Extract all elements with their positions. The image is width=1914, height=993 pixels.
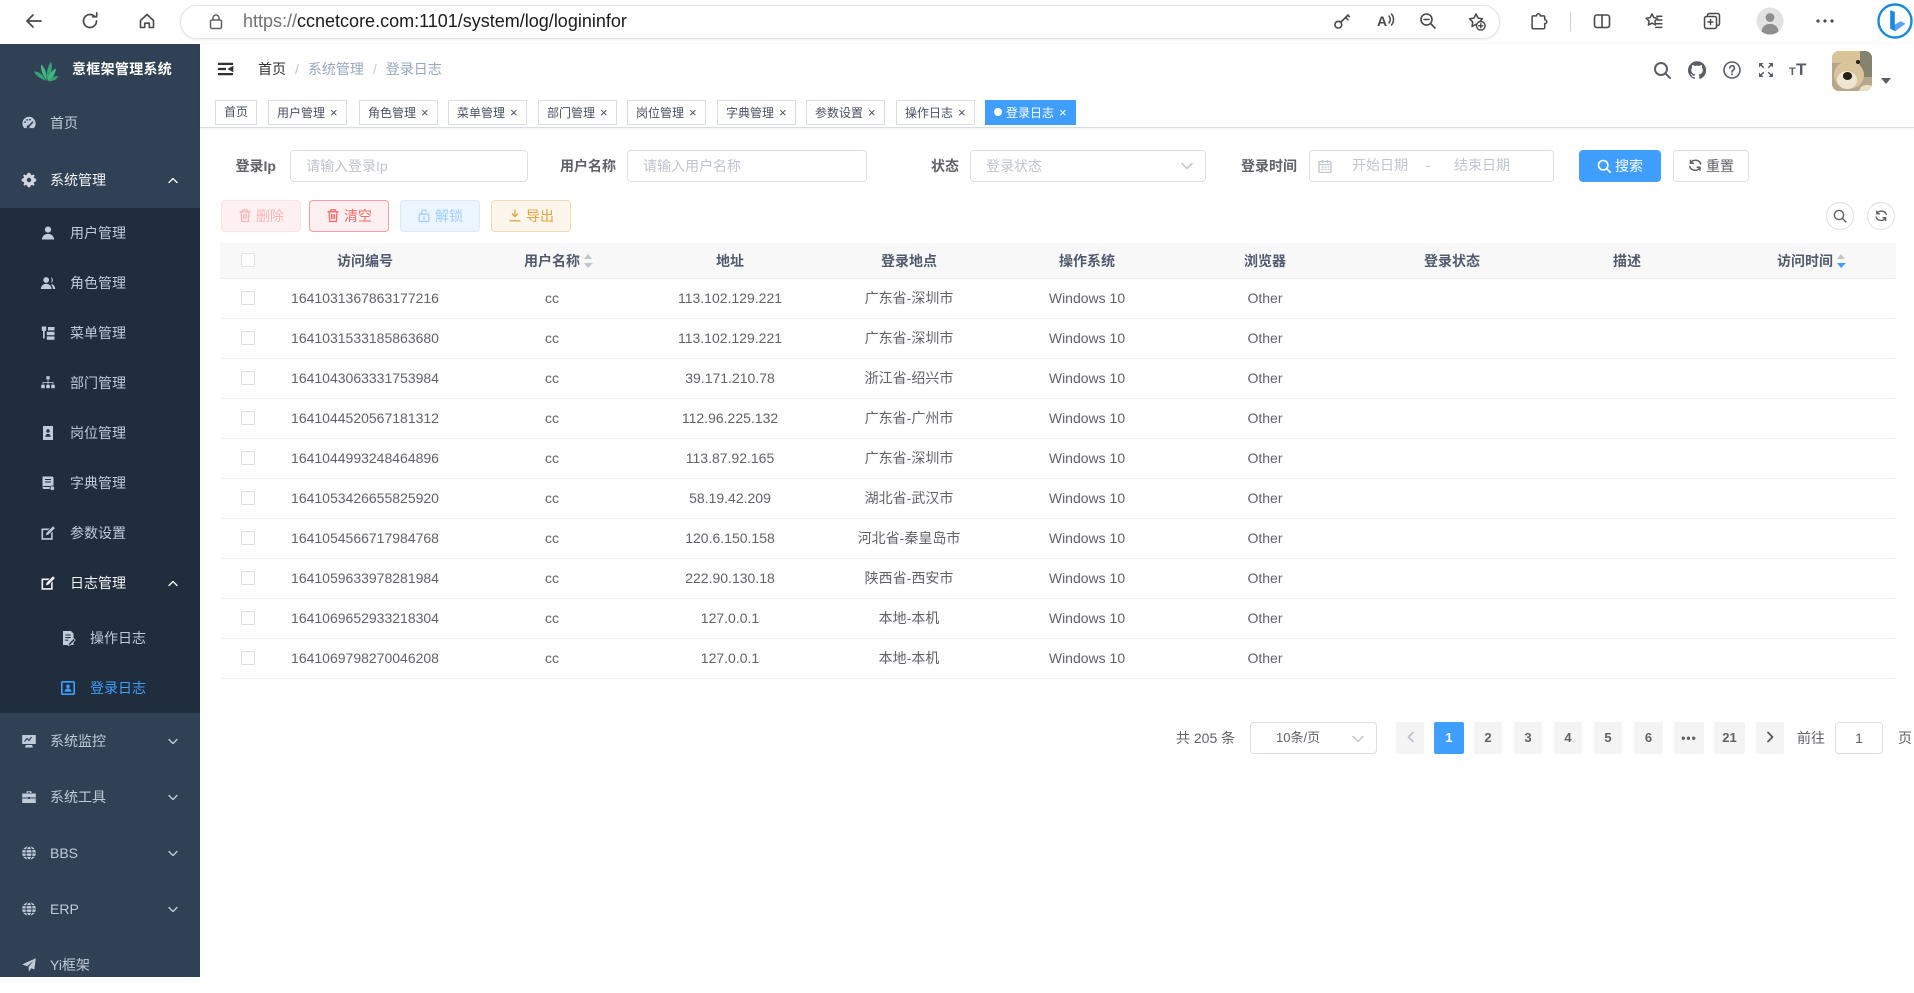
svg-text:T: T: [1789, 66, 1796, 78]
svg-text:A: A: [1377, 13, 1387, 29]
svg-text:T: T: [1796, 61, 1807, 79]
